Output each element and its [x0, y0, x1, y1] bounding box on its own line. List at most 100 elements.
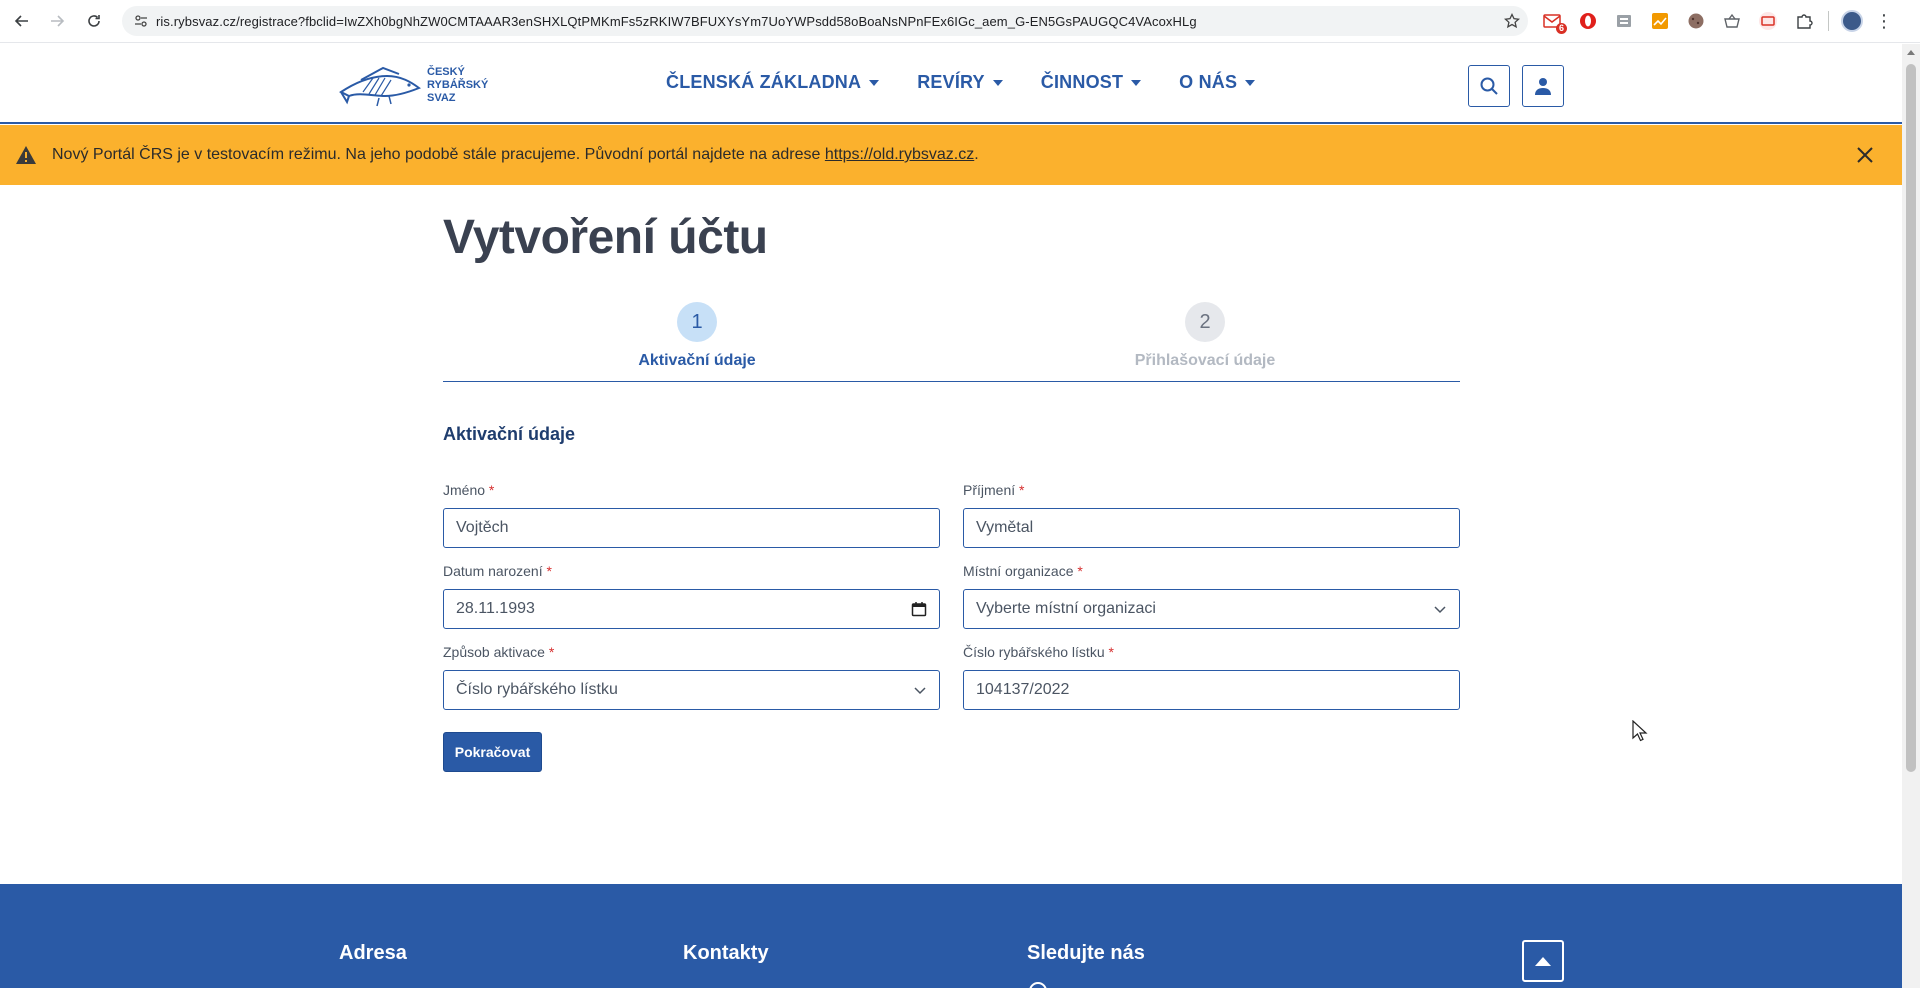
caret-down-icon [1245, 79, 1256, 86]
step-2[interactable]: 2 Přihlašovací údaje [1055, 302, 1355, 370]
chart-extension-icon[interactable] [1648, 9, 1672, 33]
calendar-icon[interactable] [911, 601, 927, 617]
basket-extension-icon[interactable] [1720, 9, 1744, 33]
registration-stepper: 1 Aktivační údaje 2 Přihlašovací údaje [443, 302, 1460, 382]
activation-method-field: Způsob aktivace * Číslo rybářského lístk… [443, 644, 940, 710]
back-icon[interactable] [7, 6, 37, 36]
local-organization-select[interactable]: Vyberte místní organizaci [963, 589, 1460, 629]
birth-date-field: Datum narození * 28.11.1993 [443, 563, 940, 629]
search-icon [1480, 77, 1498, 95]
old-portal-link[interactable]: https://old.rybsvaz.cz [825, 146, 974, 163]
mouse-cursor-icon [1632, 720, 1648, 742]
license-number-field: Číslo rybářského lístku * 104137/2022 [963, 644, 1460, 710]
local-org-label: Místní organizace [963, 563, 1074, 579]
scroll-up-icon[interactable] [1907, 50, 1915, 55]
license-number-label: Číslo rybářského lístku [963, 644, 1105, 660]
local-organization-field: Místní organizace * Vyberte místní organ… [963, 563, 1460, 629]
last-name-label: Příjmení [963, 482, 1016, 498]
url-text[interactable]: ris.rybsvaz.cz/registrace?fbclid=IwZXh0b… [156, 14, 1496, 29]
toolbar-separator [1828, 11, 1829, 31]
field-label: Číslo rybářského lístku * [963, 644, 1460, 662]
last-name-input[interactable]: Vymětal [963, 508, 1460, 548]
main-navigation: ČLENSKÁ ZÁKLADNA REVÍRY ČINNOST O NÁS [666, 72, 1293, 93]
user-account-button[interactable] [1522, 65, 1564, 107]
footer-contacts-heading: Kontakty [683, 942, 769, 964]
activation-method-label: Způsob aktivace [443, 644, 545, 660]
step-label: Aktivační údaje [638, 352, 756, 369]
last-name-value: Vymětal [976, 519, 1034, 536]
gmail-extension-icon[interactable]: 6 [1540, 9, 1567, 34]
opera-extension-icon[interactable] [1576, 9, 1600, 33]
reader-extension-icon[interactable] [1612, 9, 1636, 33]
crs-logo[interactable]: ČESKÝ RYBÁŘSKÝ SVAZ [339, 62, 488, 108]
field-label: Příjmení * [963, 482, 1460, 500]
site-header: ČESKÝ RYBÁŘSKÝ SVAZ ČLENSKÁ ZÁKLADNA REV… [0, 44, 1902, 124]
extensions-row: 6 ⋮ [1540, 6, 1893, 36]
nav-item-label: REVÍRY [917, 72, 985, 92]
local-org-value: Vyberte místní organizaci [976, 600, 1156, 617]
step-number: 2 [1185, 302, 1225, 342]
browser-toolbar: ris.rybsvaz.cz/registrace?fbclid=IwZXh0b… [0, 0, 1920, 43]
birth-date-label: Datum narození [443, 563, 543, 579]
caret-down-icon [1131, 79, 1142, 86]
field-label: Způsob aktivace * [443, 644, 940, 662]
nav-item-label: O NÁS [1179, 72, 1238, 92]
address-bar[interactable]: ris.rybsvaz.cz/registrace?fbclid=IwZXh0b… [122, 6, 1528, 36]
field-label: Datum narození * [443, 563, 940, 581]
page-scrollbar[interactable] [1902, 44, 1920, 988]
field-label: Jméno * [443, 482, 940, 500]
step-1[interactable]: 1 Aktivační údaje [547, 302, 847, 370]
activation-method-select[interactable]: Číslo rybářského lístku [443, 670, 940, 710]
screen-extension-icon[interactable] [1756, 9, 1780, 33]
nav-item-cinnost[interactable]: ČINNOST [1040, 72, 1142, 93]
nav-item-clenska-zakladna[interactable]: ČLENSKÁ ZÁKLADNA [666, 72, 880, 93]
more-menu-icon[interactable]: ⋮ [1875, 12, 1893, 30]
puzzle-extensions-icon[interactable] [1792, 9, 1816, 33]
site-footer: Adresa Kontakty Sledujte nás [0, 884, 1902, 988]
required-marker: * [488, 482, 495, 498]
social-icon[interactable] [1029, 982, 1047, 988]
alert-message: Nový Portál ČRS je v testovacím režimu. … [52, 146, 979, 164]
first-name-value: Vojtěch [456, 519, 509, 536]
required-marker: * [1019, 482, 1025, 498]
search-button[interactable] [1468, 65, 1510, 107]
alert-text: Nový Portál ČRS je v testovacím režimu. … [52, 146, 825, 163]
required-marker: * [546, 563, 552, 579]
step-number: 1 [677, 302, 717, 342]
logo-line: SVAZ [427, 91, 456, 104]
arrow-up-icon [1535, 956, 1551, 966]
user-icon [1535, 78, 1551, 95]
page-title: Vytvoření účtu [443, 211, 768, 264]
cookie-extension-icon[interactable] [1684, 9, 1708, 33]
profile-avatar[interactable] [1841, 10, 1863, 32]
footer-address-heading: Adresa [339, 942, 407, 964]
logo-line: RYBÁŘSKÝ [427, 78, 489, 91]
nav-item-label: ČINNOST [1040, 72, 1124, 92]
chevron-down-icon [1434, 606, 1446, 614]
forward-icon[interactable] [42, 6, 72, 36]
birth-date-input[interactable]: 28.11.1993 [443, 589, 940, 629]
license-number-input[interactable]: 104137/2022 [963, 670, 1460, 710]
bookmark-star-icon[interactable] [1496, 13, 1528, 29]
nav-item-reviry[interactable]: REVÍRY [917, 72, 1003, 93]
close-alert-icon[interactable] [1852, 142, 1878, 168]
scroll-to-top-button[interactable] [1522, 940, 1564, 982]
logo-text: ČESKÝ RYBÁŘSKÝ SVAZ [427, 66, 488, 105]
birth-date-value: 28.11.1993 [456, 600, 535, 617]
test-mode-alert: Nový Portál ČRS je v testovacím režimu. … [0, 125, 1902, 185]
first-name-input[interactable]: Vojtěch [443, 508, 940, 548]
field-label: Místní organizace * [963, 563, 1460, 581]
scrollbar-thumb[interactable] [1906, 64, 1916, 772]
logo-line: ČESKÝ [427, 65, 465, 78]
required-marker: * [548, 644, 555, 660]
last-name-field: Příjmení * Vymětal [963, 482, 1460, 548]
required-marker: * [1077, 563, 1083, 579]
footer-social-heading: Sledujte nás [1027, 942, 1145, 964]
first-name-field: Jméno * Vojtěch [443, 482, 940, 548]
nav-item-o-nas[interactable]: O NÁS [1179, 72, 1256, 93]
continue-button[interactable]: Pokračovat [443, 732, 542, 772]
nav-item-label: ČLENSKÁ ZÁKLADNA [666, 72, 862, 92]
reload-icon[interactable] [79, 6, 109, 36]
required-marker: * [1108, 644, 1114, 660]
site-settings-icon[interactable] [126, 14, 156, 28]
